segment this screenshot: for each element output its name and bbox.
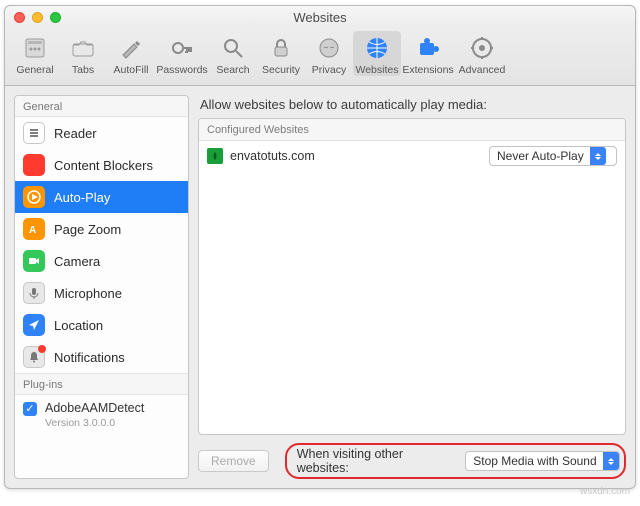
passwords-icon [167, 33, 197, 63]
sidebar: General Reader Content Blockers Auto-Pla… [14, 95, 189, 479]
other-websites-label: When visiting other websites: [297, 447, 458, 475]
tab-tabs-label: Tabs [72, 65, 94, 76]
tab-tabs[interactable]: Tabs [59, 31, 107, 76]
stop-icon [23, 154, 45, 176]
sidebar-item-reader[interactable]: Reader [15, 117, 188, 149]
plugin-info: AdobeAAMDetect Version 3.0.0.0 [45, 401, 144, 429]
sidebar-item-label: Microphone [54, 286, 122, 301]
sidebar-section-general: General [15, 96, 188, 117]
minimize-window-button[interactable] [32, 12, 43, 23]
search-icon [218, 33, 248, 63]
privacy-icon [314, 33, 344, 63]
tab-general[interactable]: General [11, 31, 59, 76]
tabs-icon [68, 33, 98, 63]
watermark: wsxdn.com [580, 486, 630, 497]
other-websites-value: Stop Media with Sound [473, 454, 596, 468]
window-controls [5, 12, 61, 23]
tab-websites-label: Websites [356, 65, 399, 76]
chevron-updown-icon [590, 147, 606, 165]
play-icon [23, 186, 45, 208]
tab-autofill-label: AutoFill [113, 65, 148, 76]
general-icon [20, 33, 50, 63]
sidebar-item-label: Reader [54, 126, 97, 141]
tab-extensions[interactable]: Extensions [401, 31, 455, 76]
sidebar-item-label: Auto-Play [54, 190, 110, 205]
site-domain: envatotuts.com [230, 149, 482, 163]
content-area: General Reader Content Blockers Auto-Pla… [5, 86, 635, 488]
tab-advanced[interactable]: Advanced [455, 31, 509, 76]
plugin-name: AdobeAAMDetect [45, 401, 144, 415]
sidebar-item-label: Location [54, 318, 103, 333]
tab-advanced-label: Advanced [459, 65, 506, 76]
tab-autofill[interactable]: AutoFill [107, 31, 155, 76]
extensions-icon [413, 33, 443, 63]
sidebar-item-location[interactable]: Location [15, 309, 188, 341]
remove-button[interactable]: Remove [198, 450, 269, 472]
list-header: Configured Websites [199, 119, 625, 141]
preferences-window: Websites General Tabs AutoFill Password [4, 5, 636, 489]
sidebar-section-plugins: Plug-ins [15, 373, 188, 395]
panel-heading: Allow websites below to automatically pl… [200, 97, 626, 112]
sidebar-item-auto-play[interactable]: Auto-Play [15, 181, 188, 213]
camera-icon [23, 250, 45, 272]
configured-websites-list: Configured Websites envatotuts.com Never… [198, 118, 626, 435]
tab-search[interactable]: Search [209, 31, 257, 76]
tab-security[interactable]: Security [257, 31, 305, 76]
other-websites-dropdown[interactable]: Stop Media with Sound [465, 451, 620, 471]
sidebar-item-plugin[interactable]: AdobeAAMDetect Version 3.0.0.0 [15, 395, 188, 435]
zoom-window-button[interactable] [50, 12, 61, 23]
main-panel: Allow websites below to automatically pl… [198, 95, 626, 479]
sidebar-item-notifications[interactable]: Notifications [15, 341, 188, 373]
tab-extensions-label: Extensions [402, 65, 453, 76]
site-policy-value: Never Auto-Play [497, 149, 584, 163]
bottom-bar: Remove When visiting other websites: Sto… [198, 443, 626, 479]
security-icon [266, 33, 296, 63]
site-policy-dropdown[interactable]: Never Auto-Play [489, 146, 617, 166]
sidebar-item-camera[interactable]: Camera [15, 245, 188, 277]
bell-icon [23, 346, 45, 368]
plugin-checkbox[interactable] [23, 402, 37, 416]
notification-badge [38, 345, 46, 353]
websites-icon [362, 33, 392, 63]
tab-general-label: General [16, 65, 53, 76]
tab-passwords[interactable]: Passwords [155, 31, 209, 76]
microphone-icon [23, 282, 45, 304]
tab-search-label: Search [216, 65, 249, 76]
sidebar-item-page-zoom[interactable]: A Page Zoom [15, 213, 188, 245]
tab-security-label: Security [262, 65, 300, 76]
plugin-version: Version 3.0.0.0 [45, 417, 144, 429]
sidebar-item-label: Page Zoom [54, 222, 121, 237]
advanced-icon [467, 33, 497, 63]
tab-websites[interactable]: Websites [353, 31, 401, 76]
sidebar-item-label: Notifications [54, 350, 125, 365]
location-icon [23, 314, 45, 336]
other-websites-control: When visiting other websites: Stop Media… [285, 443, 626, 479]
remove-button-label: Remove [211, 454, 256, 468]
tab-privacy[interactable]: Privacy [305, 31, 353, 76]
svg-text:A: A [29, 225, 36, 236]
website-row[interactable]: envatotuts.com Never Auto-Play [199, 141, 625, 171]
chevron-updown-icon [603, 452, 619, 470]
autofill-icon [116, 33, 146, 63]
sidebar-item-microphone[interactable]: Microphone [15, 277, 188, 309]
preferences-toolbar: General Tabs AutoFill Passwords Search [5, 28, 635, 86]
reader-icon [23, 122, 45, 144]
tab-passwords-label: Passwords [156, 65, 207, 76]
sidebar-item-content-blockers[interactable]: Content Blockers [15, 149, 188, 181]
favicon-icon [207, 148, 223, 164]
close-window-button[interactable] [14, 12, 25, 23]
sidebar-item-label: Camera [54, 254, 100, 269]
tab-privacy-label: Privacy [312, 65, 346, 76]
sidebar-item-label: Content Blockers [54, 158, 153, 173]
window-title: Websites [5, 10, 635, 25]
zoom-icon: A [23, 218, 45, 240]
titlebar: Websites [5, 6, 635, 28]
